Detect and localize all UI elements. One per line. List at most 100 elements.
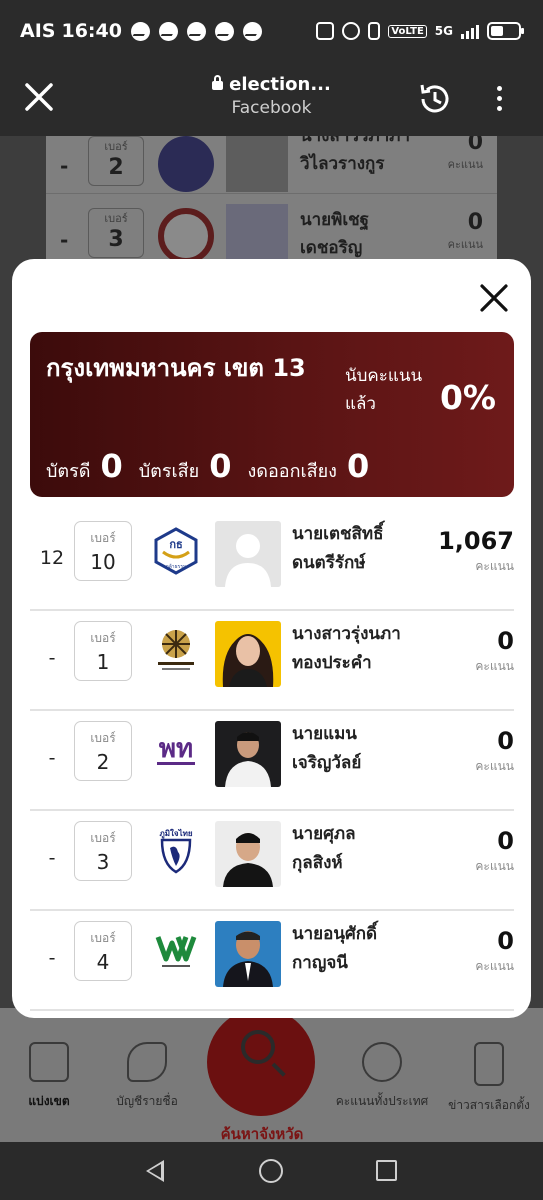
- svg-text:กธ: กธ: [169, 538, 183, 551]
- candidate-rank: -: [48, 747, 56, 769]
- nav-party-list[interactable]: บัญชีรายชื่อ: [92, 1042, 202, 1111]
- network-type: 5G: [434, 24, 453, 38]
- number-box: เบอร์ 2: [88, 136, 144, 186]
- candidate-rank: -: [48, 647, 56, 669]
- messenger-icon: [186, 21, 206, 41]
- candidate-list: 12 เบอร์ 10 กธ กล้าธรรม นายเตชสิทธิ์ ดนต…: [30, 511, 514, 1011]
- invalid-ballots-label: บัตรเสีย: [138, 461, 200, 482]
- candidate-row[interactable]: - เบอร์ 1 นางสาวรุ่งนภา ทองประคำ 0 คะแนน: [30, 611, 514, 711]
- svg-text:กล้าธรรม: กล้าธรรม: [166, 563, 187, 570]
- page-source: Facebook: [231, 98, 312, 118]
- list-item: - เบอร์ 2 นางสาววิภาภา วิไลวรางกูร 0 คะแ…: [46, 136, 497, 194]
- candidate-score: 0 คะแนน: [475, 827, 514, 873]
- candidate-photo: [226, 136, 288, 192]
- valid-ballots-label: บัตรดี: [46, 461, 91, 482]
- candidate-row[interactable]: - เบอร์ 3 ภูมิใจไทย นายศุภล กุลสิงห์ 0 ค…: [30, 811, 514, 911]
- search-province-button[interactable]: [207, 1008, 315, 1116]
- people-icon: [362, 1042, 402, 1082]
- messenger-icon: [130, 21, 150, 41]
- status-left: AIS 16:40: [20, 20, 262, 42]
- home-icon[interactable]: [259, 1159, 283, 1183]
- candidate-score: 0 คะแนน: [475, 727, 514, 773]
- background-candidate-list: - เบอร์ 2 นางสาววิภาภา วิไลวรางกูร 0 คะแ…: [46, 136, 497, 266]
- lock-icon: [212, 74, 224, 90]
- district-result-modal: กรุงเทพมหานคร เขต 13 นับคะแนนแล้ว 0% บัต…: [12, 259, 531, 1018]
- candidate-photo: [215, 821, 281, 887]
- search-icon: [241, 1030, 275, 1064]
- candidate-score: 0 คะแนน: [475, 927, 514, 973]
- candidate-row[interactable]: - เบอร์ 2 พท นายแมน เจริญวัลย์ 0 คะแนน: [30, 711, 514, 811]
- valid-ballots-value: 0: [100, 447, 123, 485]
- back-icon[interactable]: [146, 1160, 164, 1182]
- candidate-photo: [215, 621, 281, 687]
- party-logo: [158, 208, 214, 264]
- signal-icon: [461, 23, 479, 39]
- carrier-label: AIS: [20, 20, 56, 42]
- svg-text:ภูมิใจไทย: ภูมิใจไทย: [159, 828, 192, 839]
- candidate-number-box: เบอร์ 10: [74, 521, 132, 581]
- abstain-value: 0: [346, 447, 370, 485]
- candidate-score: 0 คะแนน: [475, 627, 514, 673]
- district-summary-card: กรุงเทพมหานคร เขต 13 นับคะแนนแล้ว 0% บัต…: [30, 332, 514, 497]
- party-logo: [158, 136, 214, 192]
- battery-icon: [487, 22, 524, 40]
- status-bar: AIS 16:40 VoLTE 5G: [0, 0, 543, 64]
- candidate-name: นายพิเชฐ เดชอริญ: [300, 210, 370, 258]
- svg-text:พท: พท: [159, 734, 193, 764]
- candidate-photo: [215, 721, 281, 787]
- candidate-row[interactable]: - เบอร์ 4 นายอนุศักดิ์ กาญจนี 0 คะแนน: [30, 911, 514, 1011]
- candidate-number-box: เบอร์ 1: [74, 621, 132, 681]
- browser-toolbar: election... Facebook: [0, 64, 543, 136]
- candidate-number-box: เบอร์ 3: [74, 821, 132, 881]
- candidate-photo-placeholder: [215, 521, 281, 587]
- nav-national-score[interactable]: คะแนนทั้งประเทศ: [326, 1042, 438, 1111]
- district-title: กรุงเทพมหานคร เขต 13: [46, 354, 306, 382]
- ballot-box-icon: [29, 1042, 69, 1082]
- vote-hand-icon: [127, 1042, 167, 1082]
- candidate-score: 1,067 คะแนน: [438, 527, 514, 573]
- candidate-number-box: เบอร์ 2: [74, 721, 132, 781]
- abstain-label: งดออกเสียง: [247, 461, 337, 482]
- candidate-name: นายเตชสิทธิ์ ดนตรีรักษ์: [292, 524, 384, 573]
- history-icon[interactable]: [416, 80, 454, 118]
- nav-constituency[interactable]: แบ่งเขต: [0, 1042, 104, 1111]
- recents-icon[interactable]: [376, 1160, 397, 1181]
- candidate-name: นายศุภล กุลสิงห์: [292, 824, 356, 873]
- invalid-ballots-value: 0: [209, 447, 232, 485]
- url-display[interactable]: election... Facebook: [0, 74, 543, 118]
- bottom-navigation: แบ่งเขต บัญชีรายชื่อ ค้นหาจังหวัด คะแนนท…: [0, 1008, 543, 1143]
- economic-party-logo: [146, 623, 206, 679]
- candidate-score: 0 คะแนน: [447, 210, 483, 251]
- messenger-icon: [242, 21, 262, 41]
- candidate-name: นางสาวรุ่งนภา ทองประคำ: [292, 624, 401, 673]
- clock: 16:40: [61, 20, 122, 42]
- page-title: election...: [229, 74, 331, 95]
- candidate-row[interactable]: 12 เบอร์ 10 กธ กล้าธรรม นายเตชสิทธิ์ ดนต…: [30, 511, 514, 611]
- number-box: เบอร์ 3: [88, 208, 144, 258]
- phone-video-icon: [474, 1042, 504, 1086]
- candidate-rank: -: [48, 847, 56, 869]
- messenger-icon: [158, 21, 178, 41]
- more-options-icon[interactable]: [497, 86, 502, 111]
- candidate-score: 0 คะแนน: [447, 136, 483, 171]
- kla-party-logo: กธ กล้าธรรม: [146, 523, 206, 579]
- candidate-photo: [215, 921, 281, 987]
- close-icon[interactable]: [479, 283, 509, 313]
- candidate-rank: -: [48, 947, 56, 969]
- volte-badge: VoLTE: [388, 24, 427, 38]
- status-right: VoLTE 5G: [316, 22, 524, 40]
- count-progress-percent: 0%: [439, 378, 496, 417]
- bhumjaithai-logo: ภูมิใจไทย: [146, 823, 206, 879]
- messenger-icon: [214, 21, 234, 41]
- candidate-name: นายอนุศักดิ์ กาญจนี: [292, 924, 378, 973]
- system-navigation-bar: [0, 1142, 543, 1200]
- candidate-number-box: เบอร์ 4: [74, 921, 132, 981]
- candidate-name: นายแมน เจริญวัลย์: [292, 724, 362, 773]
- alarm-icon: [342, 22, 361, 40]
- count-progress-label: นับคะแนนแล้ว: [345, 366, 423, 414]
- palang-pracharath-logo: [146, 923, 206, 979]
- vibrate-icon: [368, 22, 381, 40]
- ballot-stats: บัตรดี 0 บัตรเสีย 0 งดออกเสียง 0: [46, 447, 375, 485]
- candidate-photo: [226, 204, 288, 264]
- nav-election-news[interactable]: ข่าวสารเลือกตั้ง: [434, 1042, 543, 1115]
